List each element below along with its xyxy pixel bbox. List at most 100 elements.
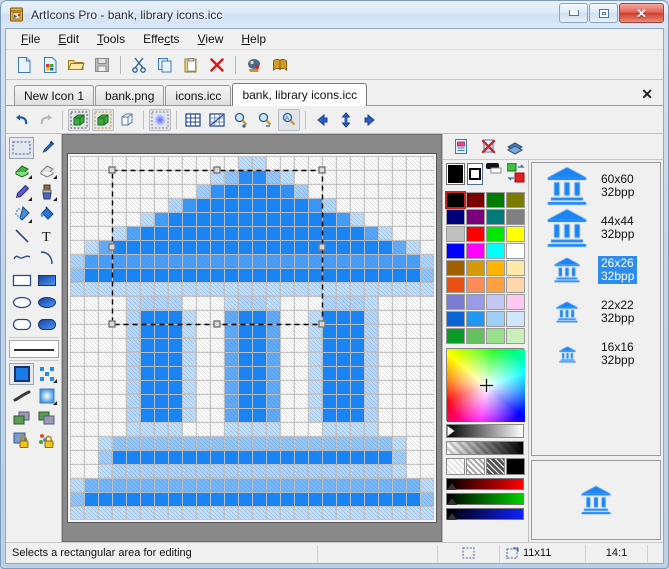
color-swatch-5-3[interactable] bbox=[506, 277, 525, 293]
delete-image-icon[interactable] bbox=[476, 135, 500, 159]
black-white-swatch-icon[interactable] bbox=[485, 163, 505, 174]
editor-canvas-area[interactable] bbox=[62, 134, 442, 542]
color-swatch-3-0[interactable] bbox=[446, 243, 465, 259]
color-swatch-0-2[interactable] bbox=[486, 192, 505, 208]
resize-grip[interactable] bbox=[647, 544, 663, 562]
color-swatch-4-0[interactable] bbox=[446, 260, 465, 276]
eraser-green-tool[interactable] bbox=[9, 159, 34, 181]
ellipse-tool[interactable] bbox=[9, 291, 34, 313]
arc-tool[interactable] bbox=[34, 247, 59, 269]
nav-updown-icon[interactable] bbox=[335, 109, 357, 131]
brightness-gradient-bar[interactable] bbox=[446, 424, 524, 438]
filled-rounded-rect-tool[interactable] bbox=[34, 313, 59, 335]
color-swatch-7-2[interactable] bbox=[486, 311, 505, 327]
color-swatch-8-3[interactable] bbox=[506, 328, 525, 344]
menu-item-edit[interactable]: Edit bbox=[49, 30, 88, 48]
color-swatch-2-2[interactable] bbox=[486, 226, 505, 242]
color-swatch-5-2[interactable] bbox=[486, 277, 505, 293]
color-swatch-8-2[interactable] bbox=[486, 328, 505, 344]
pencil-tool[interactable] bbox=[9, 181, 34, 203]
color-swatch-4-3[interactable] bbox=[506, 260, 525, 276]
zoom-fit-icon[interactable]: A bbox=[278, 108, 300, 131]
library-icon[interactable] bbox=[268, 53, 292, 77]
close-button[interactable]: ✕ bbox=[619, 3, 664, 23]
cut-icon[interactable] bbox=[127, 53, 151, 77]
line-tool[interactable] bbox=[9, 225, 34, 247]
rect-select-tool[interactable] bbox=[9, 137, 34, 159]
pixel-editor-canvas[interactable] bbox=[70, 156, 434, 520]
save-icon[interactable] bbox=[90, 53, 114, 77]
icon-list-item-44x44[interactable]: 44x44 32bpp bbox=[534, 207, 658, 249]
color-swatch-6-3[interactable] bbox=[506, 294, 525, 310]
menu-item-file[interactable]: File bbox=[12, 30, 49, 48]
color-swatch-6-0[interactable] bbox=[446, 294, 465, 310]
pattern-dark[interactable] bbox=[486, 458, 505, 475]
new-image-icon[interactable] bbox=[38, 53, 62, 77]
paint-bucket-tool[interactable] bbox=[34, 203, 59, 225]
color-swatch-8-1[interactable] bbox=[466, 328, 485, 344]
layers-icon[interactable] bbox=[503, 135, 527, 159]
icon-size-list[interactable]: 60x60 32bpp 44x44 32bpp 26x26 32bpp 22x22 32bpp… bbox=[531, 162, 661, 456]
red-slider-thumb[interactable] bbox=[447, 483, 457, 490]
color-wheel-picker[interactable] bbox=[446, 348, 525, 422]
alpha-gradient-bar[interactable] bbox=[446, 441, 524, 455]
layer-front-tool[interactable] bbox=[9, 407, 34, 429]
color-swatch-4-2[interactable] bbox=[486, 260, 505, 276]
curve-tool[interactable] bbox=[9, 247, 34, 269]
color-swatch-0-0[interactable] bbox=[445, 191, 466, 209]
menu-item-view[interactable]: View bbox=[189, 30, 233, 48]
color-swatch-2-0[interactable] bbox=[446, 226, 465, 242]
foreground-color-swatch[interactable] bbox=[446, 163, 465, 185]
color-swatch-1-0[interactable] bbox=[446, 209, 465, 225]
delete-icon[interactable] bbox=[205, 53, 229, 77]
color-swatch-5-0[interactable] bbox=[446, 277, 465, 293]
color-swatch-6-1[interactable] bbox=[466, 294, 485, 310]
icon-list-item-60x60[interactable]: 60x60 32bpp bbox=[534, 165, 658, 207]
green-slider-thumb[interactable] bbox=[447, 498, 457, 505]
eraser-tool[interactable] bbox=[34, 159, 59, 181]
color-swatch-1-1[interactable] bbox=[466, 209, 485, 225]
grid-alt-icon[interactable] bbox=[206, 109, 228, 131]
color-swatch-8-0[interactable] bbox=[446, 328, 465, 344]
tab-bank-library-icons-icc[interactable]: bank, library icons.icc bbox=[232, 83, 368, 106]
smudge-tool[interactable] bbox=[9, 385, 34, 407]
open-folder-icon[interactable] bbox=[64, 53, 88, 77]
filled-rectangle-tool[interactable] bbox=[34, 269, 59, 291]
layer-back-tool[interactable] bbox=[34, 407, 59, 429]
text-tool[interactable]: T bbox=[34, 225, 59, 247]
lock-color-tool[interactable] bbox=[34, 429, 59, 451]
maximize-button[interactable] bbox=[589, 3, 618, 23]
fill-style-tool[interactable] bbox=[9, 363, 34, 385]
transform-object-icon[interactable] bbox=[92, 108, 114, 131]
blur-icon[interactable] bbox=[149, 108, 171, 131]
menu-item-help[interactable]: Help bbox=[232, 30, 275, 48]
blue-slider-thumb[interactable] bbox=[447, 513, 457, 520]
fg-bg-color-selector[interactable] bbox=[466, 163, 483, 185]
color-swatch-3-1[interactable] bbox=[466, 243, 485, 259]
color-swatch-5-1[interactable] bbox=[466, 277, 485, 293]
color-swatch-6-2[interactable] bbox=[486, 294, 505, 310]
transparency-tool[interactable] bbox=[34, 363, 59, 385]
menu-item-tools[interactable]: Tools bbox=[88, 30, 134, 48]
color-swatch-7-0[interactable] bbox=[446, 311, 465, 327]
color-swatch-3-2[interactable] bbox=[486, 243, 505, 259]
icon-list-item-16x16[interactable]: 16x16 32bpp bbox=[534, 333, 658, 375]
tab-new-icon-1[interactable]: New Icon 1 bbox=[14, 85, 95, 105]
color-swatch-1-3[interactable] bbox=[506, 209, 525, 225]
zoom-in-icon[interactable] bbox=[230, 109, 252, 131]
minimize-button[interactable] bbox=[559, 3, 588, 23]
copy-icon[interactable] bbox=[153, 53, 177, 77]
color-swatch-0-3[interactable] bbox=[506, 192, 525, 208]
tab-icons-icc[interactable]: icons.icc bbox=[165, 85, 232, 105]
undo-icon[interactable] bbox=[11, 109, 33, 131]
extract-icon[interactable] bbox=[242, 53, 266, 77]
pattern-light[interactable] bbox=[446, 458, 465, 475]
zoom-out-icon[interactable] bbox=[254, 109, 276, 131]
spray-fill-tool[interactable] bbox=[9, 203, 34, 225]
color-swatch-2-3[interactable] bbox=[506, 226, 525, 242]
tab-bank-png[interactable]: bank.png bbox=[95, 85, 165, 105]
redo-icon[interactable] bbox=[35, 109, 57, 131]
close-tab-icon[interactable]: ✕ bbox=[641, 86, 653, 103]
3d-object-icon[interactable] bbox=[116, 109, 138, 131]
red-slider[interactable] bbox=[446, 478, 524, 490]
